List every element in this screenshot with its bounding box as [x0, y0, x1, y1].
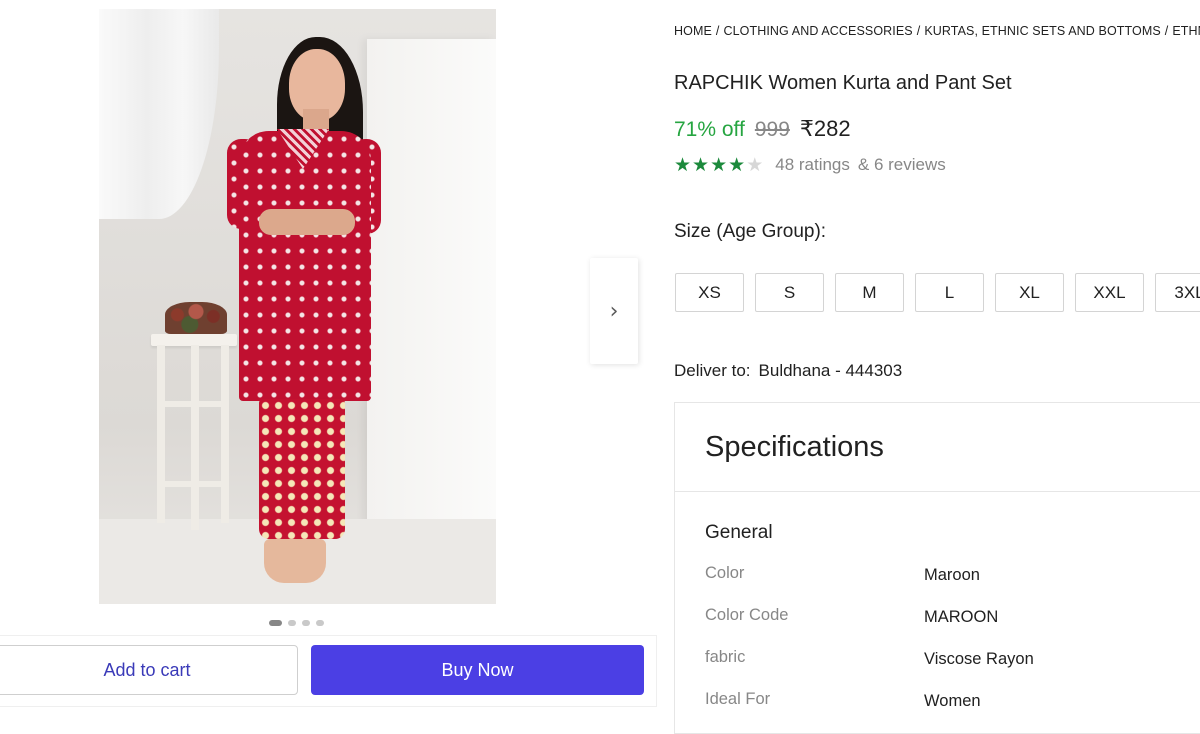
size-option-l[interactable]: L [915, 273, 984, 312]
model-arms [259, 209, 355, 235]
breadcrumb-separator: / [1164, 24, 1169, 38]
breadcrumb-separator: / [916, 24, 921, 38]
add-to-cart-button[interactable]: Add to cart [0, 645, 298, 695]
deliver-label: Deliver to: [674, 361, 751, 380]
pants [259, 399, 345, 539]
breadcrumb-kurtas[interactable]: KURTAS, ETHNIC SETS AND BOTTOMS [924, 24, 1160, 38]
spec-value: Women [924, 692, 981, 710]
stool-leg [191, 345, 199, 530]
product-title: RAPCHIK Women Kurta and Pant Set [674, 72, 1012, 94]
reviews-count: & 6 reviews [857, 155, 946, 174]
star-icon: ★ [692, 154, 710, 176]
curtain-decor [99, 9, 219, 219]
specifications-card: Specifications General Color Maroon Colo… [674, 402, 1200, 734]
spec-value: Maroon [924, 566, 980, 584]
size-option-xs[interactable]: XS [675, 273, 744, 312]
size-option-3xl[interactable]: 3XL [1155, 273, 1200, 312]
next-image-button[interactable]: › [590, 258, 638, 364]
spec-row: Color Maroon [705, 564, 1200, 588]
spec-row: Ideal For Women [705, 690, 1200, 714]
size-option-xl[interactable]: XL [995, 273, 1064, 312]
buy-now-button[interactable]: Buy Now [311, 645, 644, 695]
spec-value: Viscose Rayon [924, 650, 1034, 668]
star-icon: ★ [710, 154, 728, 176]
star-icon: ★ [674, 154, 692, 176]
breadcrumb-separator: / [715, 24, 720, 38]
breadcrumb-clothing[interactable]: CLOTHING AND ACCESSORIES [723, 24, 912, 38]
spec-key: fabric [705, 648, 746, 666]
size-options: XS S M L XL XXL 3XL [675, 273, 1200, 312]
chevron-right-icon: › [609, 298, 619, 324]
stool-leg [157, 345, 165, 523]
spec-key: Color Code [705, 606, 789, 624]
stool-leg [221, 345, 229, 523]
spec-row: Color Code MAROON [705, 606, 1200, 630]
breadcrumb-home[interactable]: HOME [674, 24, 712, 38]
carousel-dot[interactable] [316, 620, 324, 626]
product-image[interactable] [99, 9, 496, 604]
size-label: Size (Age Group): [674, 221, 827, 242]
mrp-price: 999 [754, 118, 790, 141]
stool-bar [157, 481, 227, 487]
flower-pot [165, 302, 227, 334]
rating-row[interactable]: ★ ★ ★ ★ ★ 48 ratings & 6 reviews [674, 154, 946, 176]
size-option-s[interactable]: S [755, 273, 824, 312]
specifications-title: Specifications [705, 431, 884, 463]
spec-section-general: General [705, 522, 773, 543]
spec-row: fabric Viscose Rayon [705, 648, 1200, 672]
spec-value: MAROON [924, 608, 999, 626]
image-carousel-dots [269, 619, 324, 627]
price-row: 71% off 999 ₹282 [674, 116, 851, 142]
breadcrumb-ethnic[interactable]: ETHNIC [1172, 24, 1200, 38]
model-feet [264, 539, 326, 583]
stool-bar [157, 401, 227, 407]
delivery-location: Buldhana - 444303 [758, 361, 903, 380]
breadcrumb: HOME / CLOTHING AND ACCESSORIES / KURTAS, ET… [674, 24, 1200, 38]
carousel-dot[interactable] [269, 620, 282, 626]
delivery-info[interactable]: Deliver to: Buldhana - 444303 [674, 361, 902, 381]
specifications-header: Specifications [675, 403, 1200, 492]
ratings-count: 48 ratings [775, 155, 850, 174]
star-icon: ★ [746, 154, 764, 176]
spec-key: Color [705, 564, 745, 582]
size-option-xxl[interactable]: XXL [1075, 273, 1144, 312]
kurta [239, 131, 371, 401]
selling-price: ₹282 [799, 116, 851, 141]
carousel-dot[interactable] [302, 620, 310, 626]
discount-text: 71% off [674, 118, 745, 141]
size-option-m[interactable]: M [835, 273, 904, 312]
backdrop-panel [367, 39, 496, 559]
rating-stars: ★ ★ ★ ★ ★ [674, 154, 763, 176]
spec-key: Ideal For [705, 690, 771, 708]
star-icon: ★ [728, 154, 746, 176]
carousel-dot[interactable] [288, 620, 296, 626]
